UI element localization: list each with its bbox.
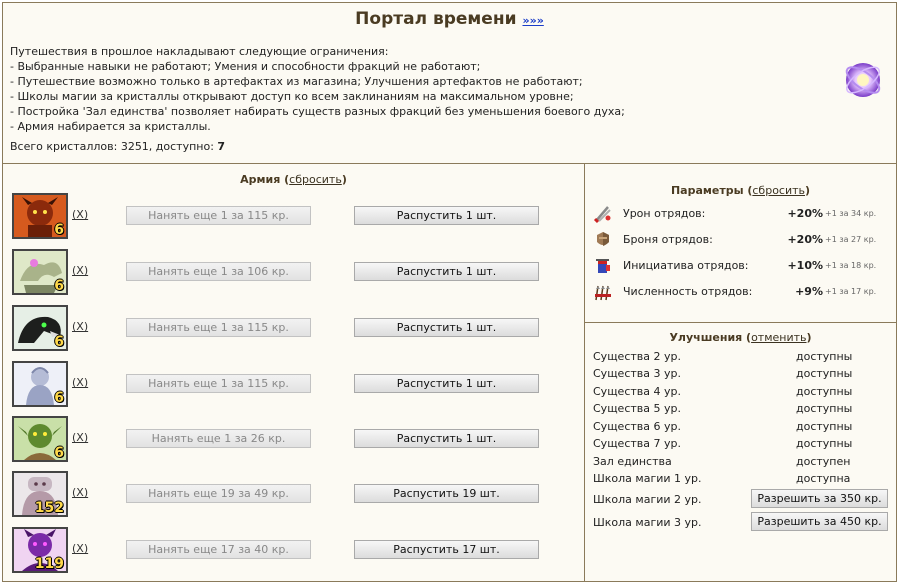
upgrade-row: Существа 4 ур. доступны — [593, 385, 853, 398]
upgrades-cancel-link[interactable]: отменить — [751, 331, 806, 344]
upgrades-section: Улучшения (отменить) Существа 2 ур. дост… — [585, 324, 896, 581]
dismiss-button[interactable]: Распустить 19 шт. — [354, 484, 539, 503]
armor-icon — [593, 230, 613, 250]
unit-portrait[interactable]: 119 — [12, 527, 68, 573]
parameter-value: +20% — [787, 233, 823, 246]
portal-icon — [842, 59, 884, 101]
army-reset-link[interactable]: сбросить — [289, 173, 342, 186]
portal-header: Портал времени»»» Путешествия в прошлое … — [3, 3, 896, 164]
upgrade-status: доступны — [796, 402, 853, 415]
hire-button[interactable]: Нанять еще 1 за 26 кр. — [126, 429, 311, 448]
upgrade-status: доступны — [796, 385, 853, 398]
upgrades-title: Улучшения (отменить) — [669, 331, 812, 344]
time-portal-panel: Портал времени»»» Путешествия в прошлое … — [2, 2, 897, 582]
parameters-section: Параметры (сбросить) Урон отрядов: +20% … — [585, 164, 896, 323]
initiative-icon — [593, 256, 613, 276]
hire-button[interactable]: Нанять еще 19 за 49 кр. — [126, 484, 311, 503]
parameter-value: +9% — [795, 285, 823, 298]
unit-portrait[interactable]: 152 — [12, 471, 68, 517]
dismiss-button[interactable]: Распустить 1 шт. — [354, 262, 539, 281]
army-section: Армия (сбросить) 6 (X) Нанять еще 1 за 1… — [3, 164, 585, 581]
unit-count: 6 — [54, 390, 64, 406]
army-unit-row: 119 (X) Нанять еще 17 за 40 кр. Распусти… — [12, 527, 572, 573]
unit-count: 119 — [34, 556, 64, 572]
unit-portrait[interactable]: 6 — [12, 249, 68, 295]
army-unit-row: 6 (X) Нанять еще 1 за 115 кр. Распустить… — [12, 361, 572, 407]
hire-button[interactable]: Нанять еще 1 за 106 кр. — [126, 262, 311, 281]
parameter-row[interactable]: Инициатива отрядов: +10% +1 за 18 кр. — [593, 256, 893, 276]
army-unit-row: 6 (X) Нанять еще 1 за 115 кр. Распустить… — [12, 193, 572, 239]
parameter-row[interactable]: Броня отрядов: +20% +1 за 27 кр. — [593, 230, 893, 250]
parameter-value: +10% — [787, 259, 823, 272]
upgrade-status: доступна — [796, 472, 851, 485]
unit-count: 6 — [54, 445, 64, 461]
dismiss-button[interactable]: Распустить 1 шт. — [354, 318, 539, 337]
allow-magic-school-2-button[interactable]: Разрешить за 350 кр. — [751, 489, 888, 508]
page-title: Портал времени»»» — [355, 9, 544, 29]
dismiss-button[interactable]: Распустить 1 шт. — [354, 429, 539, 448]
remove-unit-link[interactable]: (X) — [72, 431, 88, 444]
upgrade-row: Существа 2 ур. доступны — [593, 350, 853, 363]
upgrade-row: Зал единства доступен — [593, 455, 851, 468]
unit-count: 152 — [34, 500, 64, 516]
parameter-next-cost: +1 за 17 кр. — [825, 287, 877, 296]
hire-button[interactable]: Нанять еще 17 за 40 кр. — [126, 540, 311, 559]
dismiss-button[interactable]: Распустить 1 шт. — [354, 206, 539, 225]
hire-button[interactable]: Нанять еще 1 за 115 кр. — [126, 374, 311, 393]
upgrade-status: доступен — [796, 455, 851, 468]
army-unit-row: 152 (X) Нанять еще 19 за 49 кр. Распусти… — [12, 471, 572, 517]
hire-button[interactable]: Нанять еще 1 за 115 кр. — [126, 318, 311, 337]
upgrade-row: Существа 6 ур. доступны — [593, 420, 853, 433]
upgrade-row: Школа магии 2 ур. Разрешить за 350 кр. — [593, 489, 893, 509]
remove-unit-link[interactable]: (X) — [72, 486, 88, 499]
remove-unit-link[interactable]: (X) — [72, 208, 88, 221]
unit-portrait[interactable]: 6 — [12, 305, 68, 351]
unit-portrait[interactable]: 6 — [12, 193, 68, 239]
upgrade-row: Школа магии 1 ур. доступна — [593, 472, 851, 485]
upgrade-row: Существа 5 ур. доступны — [593, 402, 853, 415]
parameter-row[interactable]: Численность отрядов: +9% +1 за 17 кр. — [593, 282, 893, 302]
upgrade-row: Существа 7 ур. доступны — [593, 437, 853, 450]
remove-unit-link[interactable]: (X) — [72, 376, 88, 389]
dismiss-button[interactable]: Распустить 1 шт. — [354, 374, 539, 393]
unit-count: 6 — [54, 222, 64, 238]
upgrade-status: доступны — [796, 420, 853, 433]
unit-count: 6 — [54, 334, 64, 350]
crystals-info: Всего кристаллов: 3251, доступно: 7 — [10, 140, 226, 153]
restrictions-text: Путешествия в прошлое накладывают следую… — [10, 45, 625, 133]
remove-unit-link[interactable]: (X) — [72, 320, 88, 333]
dismiss-button[interactable]: Распустить 17 шт. — [354, 540, 539, 559]
unit-portrait[interactable]: 6 — [12, 361, 68, 407]
upgrade-status: доступны — [796, 367, 853, 380]
parameter-next-cost: +1 за 34 кр. — [825, 209, 877, 218]
army-unit-row: 6 (X) Нанять еще 1 за 115 кр. Распустить… — [12, 305, 572, 351]
parameter-next-cost: +1 за 27 кр. — [825, 235, 877, 244]
army-title: Армия (сбросить) — [240, 173, 347, 186]
parameters-reset-link[interactable]: сбросить — [752, 184, 805, 197]
parameter-next-cost: +1 за 18 кр. — [825, 261, 877, 270]
unit-portrait[interactable]: 6 — [12, 416, 68, 462]
army-unit-row: 6 (X) Нанять еще 1 за 106 кр. Распустить… — [12, 249, 572, 295]
hire-button[interactable]: Нанять еще 1 за 115 кр. — [126, 206, 311, 225]
upgrade-row: Существа 3 ур. доступны — [593, 367, 853, 380]
swords-icon — [593, 204, 613, 224]
more-link[interactable]: »»» — [522, 14, 543, 27]
parameter-row[interactable]: Урон отрядов: +20% +1 за 34 кр. — [593, 204, 893, 224]
unit-count: 6 — [54, 278, 64, 294]
remove-unit-link[interactable]: (X) — [72, 264, 88, 277]
parameter-value: +20% — [787, 207, 823, 220]
troops-icon — [593, 282, 613, 302]
allow-magic-school-3-button[interactable]: Разрешить за 450 кр. — [751, 512, 888, 531]
upgrade-status: доступны — [796, 437, 853, 450]
upgrade-row: Школа магии 3 ур. Разрешить за 450 кр. — [593, 512, 893, 532]
parameters-title: Параметры (сбросить) — [670, 184, 811, 197]
upgrade-status: доступны — [796, 350, 853, 363]
army-unit-row: 6 (X) Нанять еще 1 за 26 кр. Распустить … — [12, 416, 572, 462]
remove-unit-link[interactable]: (X) — [72, 542, 88, 555]
